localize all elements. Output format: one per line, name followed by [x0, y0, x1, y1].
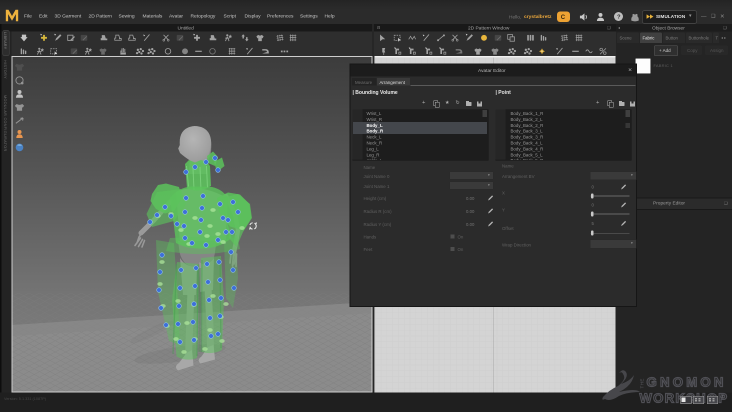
svg-text:GNOMON: GNOMON: [647, 375, 725, 390]
svg-text:THE: THE: [640, 378, 645, 388]
